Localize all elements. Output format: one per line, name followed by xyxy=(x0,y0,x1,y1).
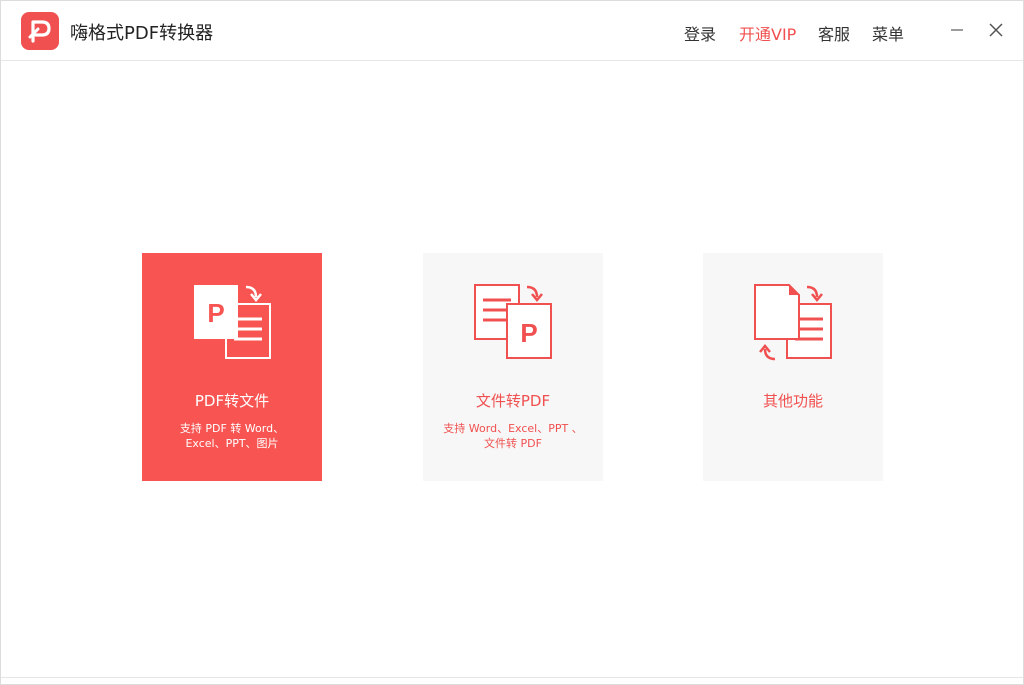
svg-text:P: P xyxy=(520,318,537,348)
bottom-divider xyxy=(1,677,1023,678)
pdf-p-logo-icon xyxy=(21,12,59,50)
card-description-line: 支持 Word、Excel、PPT 、 xyxy=(443,422,583,435)
minimize-icon[interactable] xyxy=(946,19,968,41)
card-label: PDF转文件 xyxy=(194,392,270,410)
app-window: 嗨格式PDF转换器 登录 开通VIP 客服 菜单 P PDF转文件 支持 PDF… xyxy=(0,0,1024,685)
pdf-to-file-icon: P xyxy=(190,281,274,365)
card-label: 其他功能 xyxy=(762,392,823,410)
card-other-functions[interactable]: 其他功能 xyxy=(703,253,883,481)
card-description-line: 文件转 PDF xyxy=(484,437,542,450)
menu-button[interactable]: 菜单 xyxy=(872,21,904,45)
card-label: 文件转PDF xyxy=(475,392,551,410)
card-description: 支持 Word、Excel、PPT 、 文件转 PDF xyxy=(433,421,593,451)
vip-button[interactable]: 开通VIP xyxy=(739,21,796,45)
card-pdf-to-file[interactable]: P PDF转文件 支持 PDF 转 Word、 Excel、PPT、图片 xyxy=(142,253,322,481)
app-title: 嗨格式PDF转换器 xyxy=(70,23,214,44)
svg-text:P: P xyxy=(207,298,224,328)
customer-service-button[interactable]: 客服 xyxy=(818,21,850,45)
other-functions-icon xyxy=(751,281,835,365)
login-button[interactable]: 登录 xyxy=(684,21,716,45)
card-description: 支持 PDF 转 Word、 Excel、PPT、图片 xyxy=(152,421,312,451)
card-file-to-pdf[interactable]: P 文件转PDF 支持 Word、Excel、PPT 、 文件转 PDF xyxy=(423,253,603,481)
close-icon[interactable] xyxy=(985,19,1007,41)
file-to-pdf-icon: P xyxy=(471,281,555,365)
card-description-line: 支持 PDF 转 Word、 xyxy=(179,422,285,435)
card-description-line: Excel、PPT、图片 xyxy=(185,437,279,450)
title-bar: 嗨格式PDF转换器 登录 开通VIP 客服 菜单 xyxy=(1,1,1023,61)
